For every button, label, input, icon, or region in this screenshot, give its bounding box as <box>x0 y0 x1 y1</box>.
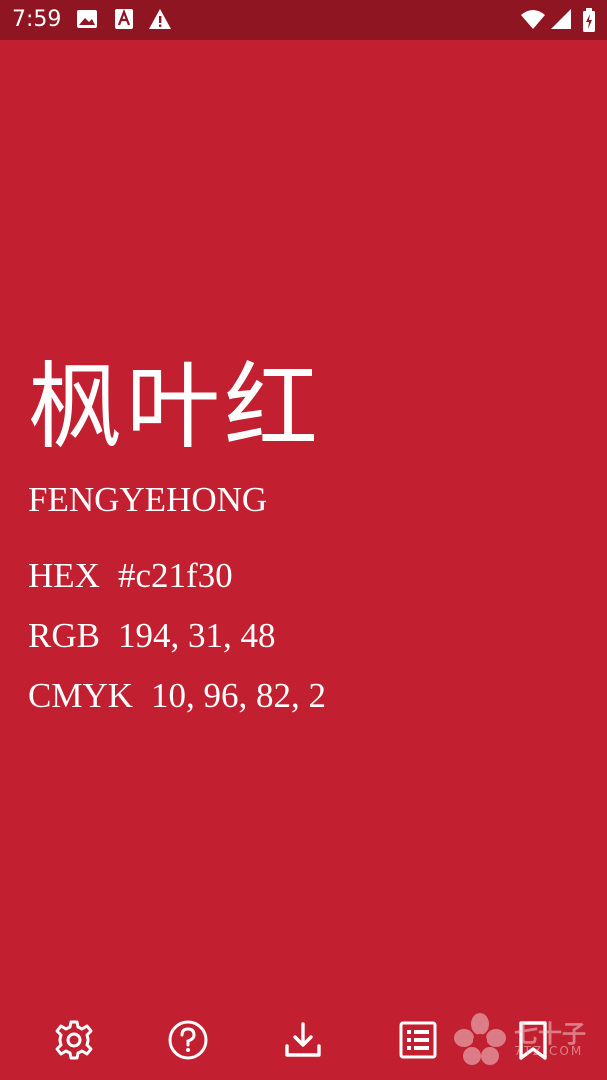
settings-icon <box>55 1020 93 1060</box>
bottom-toolbar <box>0 1000 607 1080</box>
list-button[interactable] <box>396 1018 440 1062</box>
hex-label: HEX <box>28 556 100 595</box>
color-pinyin: FENGYEHONG <box>28 480 268 519</box>
cmyk-label: CMYK <box>28 676 134 715</box>
settings-button[interactable] <box>52 1018 96 1062</box>
help-button[interactable] <box>166 1018 210 1062</box>
battery-icon <box>582 8 596 36</box>
download-icon <box>285 1022 321 1057</box>
bookmark-icon <box>519 1021 547 1060</box>
rgb-row: RGB 194, 31, 48 <box>28 616 275 656</box>
color-name: 枫叶红 <box>28 353 323 462</box>
color-display: 枫叶红 FENGYEHONG HEX #c21f30 RGB 194, 31, 48… <box>0 40 607 1000</box>
hex-value: #c21f30 <box>117 556 233 595</box>
bookmark-button[interactable] <box>511 1018 555 1062</box>
download-button[interactable] <box>281 1018 325 1062</box>
rgb-value: 194, 31, 48 <box>117 616 276 655</box>
cmyk-row: CMYK 10, 96, 82, 2 <box>28 676 326 716</box>
list-icon <box>399 1021 437 1059</box>
warning-icon <box>148 8 172 34</box>
signal-icon <box>550 8 572 34</box>
cmyk-value: 10, 96, 82, 2 <box>151 676 327 715</box>
help-icon <box>168 1020 208 1060</box>
hex-row: HEX #c21f30 <box>28 556 233 596</box>
rgb-label: RGB <box>28 616 100 655</box>
image-icon <box>76 8 98 34</box>
wifi-icon <box>520 8 546 34</box>
status-time: 7:59 <box>12 7 62 32</box>
a-box-icon <box>114 8 134 34</box>
status-bar: 7:59 <box>0 0 607 40</box>
